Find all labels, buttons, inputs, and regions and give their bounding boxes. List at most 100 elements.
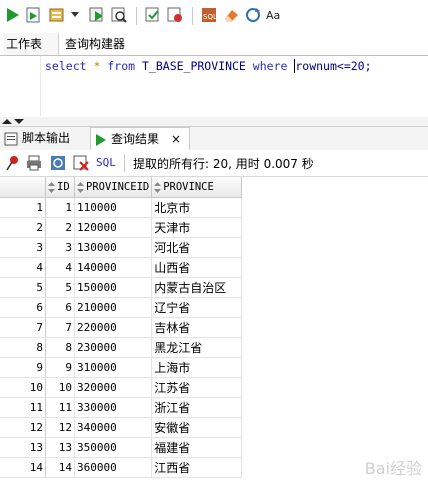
format-text-icon[interactable]: Aa xyxy=(266,6,284,24)
delete-query-icon[interactable] xyxy=(73,155,89,171)
id-cell[interactable]: 3 xyxy=(45,237,75,258)
province-cell[interactable]: 山西省 xyxy=(151,257,243,278)
id-cell[interactable]: 1 xyxy=(45,197,75,218)
table-row[interactable]: 2 2 120000 天津市 xyxy=(0,217,243,238)
table-row[interactable]: 9 9 310000 上海市 xyxy=(0,357,243,378)
table-row[interactable]: 4 4 140000 山西省 xyxy=(0,257,243,278)
keyword-from: from xyxy=(107,59,136,73)
sql-code-line[interactable]: select * from T_BASE_PROVINCE where rown… xyxy=(45,59,372,73)
id-cell[interactable]: 13 xyxy=(45,437,75,458)
provinceid-cell[interactable]: 140000 xyxy=(74,257,153,278)
table-row[interactable]: 8 8 230000 黑龙江省 xyxy=(0,337,243,358)
refresh-icon[interactable] xyxy=(50,155,66,171)
autotrace-icon[interactable] xyxy=(88,6,106,24)
province-cell[interactable]: 辽宁省 xyxy=(151,297,243,318)
row-number-cell: 6 xyxy=(0,297,46,318)
fetch-status-text: 提取的所有行: 20, 用时 0.007 秒 xyxy=(133,157,314,171)
table-row[interactable]: 6 6 210000 辽宁省 xyxy=(0,297,243,318)
provinceid-cell[interactable]: 330000 xyxy=(74,397,153,418)
collapse-arrows-icon[interactable] xyxy=(2,118,24,125)
table-row[interactable]: 3 3 130000 河北省 xyxy=(0,237,243,258)
provinceid-cell[interactable]: 320000 xyxy=(74,377,153,398)
wildcard-star: * xyxy=(93,59,101,73)
history-refresh-icon[interactable] xyxy=(244,6,262,24)
print-icon[interactable] xyxy=(26,155,42,171)
id-cell[interactable]: 4 xyxy=(45,257,75,278)
tab-worksheet[interactable]: 工作表 xyxy=(4,33,59,55)
id-cell[interactable]: 9 xyxy=(45,357,75,378)
sql-history-icon[interactable]: SQL xyxy=(200,6,218,24)
pane-splitter[interactable] xyxy=(0,117,428,127)
keyword-where: where xyxy=(252,59,288,73)
province-cell[interactable]: 北京市 xyxy=(151,197,243,218)
sql-button[interactable]: SQL xyxy=(96,156,116,169)
table-row[interactable]: 7 7 220000 吉林省 xyxy=(0,317,243,338)
table-row[interactable]: 11 11 330000 浙江省 xyxy=(0,397,243,418)
id-cell[interactable]: 7 xyxy=(45,317,75,338)
id-cell[interactable]: 10 xyxy=(45,377,75,398)
row-number-cell: 11 xyxy=(0,397,46,418)
id-cell[interactable]: 8 xyxy=(45,337,75,358)
table-row[interactable]: 12 12 340000 安徽省 xyxy=(0,417,243,438)
table-row[interactable]: 13 13 350000 福建省 xyxy=(0,437,243,458)
provinceid-cell[interactable]: 110000 xyxy=(74,197,153,218)
tab-script-output[interactable]: 脚本输出 xyxy=(4,127,88,150)
provinceid-cell[interactable]: 230000 xyxy=(74,337,153,358)
clear-eraser-icon[interactable] xyxy=(222,6,240,24)
table-row[interactable]: 14 14 360000 江西省 xyxy=(0,457,243,478)
tab-query-result[interactable]: 查询结果 × xyxy=(90,127,190,151)
rollback-icon[interactable] xyxy=(166,6,184,24)
result-grid: ID PROVINCEID PROVINCE 1 1 110000 北京市 2 2 1200… xyxy=(0,177,428,483)
provinceid-cell[interactable]: 220000 xyxy=(74,317,153,338)
close-tab-icon[interactable]: × xyxy=(171,128,181,151)
province-cell[interactable]: 安徽省 xyxy=(151,417,243,438)
toolbar-separator xyxy=(124,154,125,172)
column-header-provinceid[interactable]: PROVINCEID xyxy=(73,177,153,198)
province-cell[interactable]: 吉林省 xyxy=(151,317,243,338)
provinceid-cell[interactable]: 120000 xyxy=(74,217,153,238)
explain-plan-icon[interactable] xyxy=(48,6,66,24)
provinceid-cell[interactable]: 210000 xyxy=(74,297,153,318)
tab-query-builder[interactable]: 查询构建器 xyxy=(65,33,125,55)
sql-tuning-icon[interactable] xyxy=(110,6,128,24)
provinceid-cell[interactable]: 340000 xyxy=(74,417,153,438)
run-statement-icon[interactable] xyxy=(3,6,21,24)
row-number-cell: 9 xyxy=(0,357,46,378)
id-cell[interactable]: 12 xyxy=(45,417,75,438)
provinceid-cell[interactable]: 310000 xyxy=(74,357,153,378)
output-tabs: 脚本输出 查询结果 × xyxy=(0,127,428,151)
table-row[interactable]: 5 5 150000 内蒙古自治区 xyxy=(0,277,243,298)
province-cell[interactable]: 黑龙江省 xyxy=(151,337,243,358)
pin-icon[interactable] xyxy=(6,155,20,171)
table-row[interactable]: 10 10 320000 江苏省 xyxy=(0,377,243,398)
province-cell[interactable]: 福建省 xyxy=(151,437,243,458)
provinceid-cell[interactable]: 150000 xyxy=(74,277,153,298)
table-row[interactable]: 1 1 110000 北京市 xyxy=(0,197,243,218)
column-header-province[interactable]: PROVINCE xyxy=(151,177,243,198)
id-cell[interactable]: 5 xyxy=(45,277,75,298)
province-cell[interactable]: 江西省 xyxy=(151,457,243,478)
province-cell[interactable]: 浙江省 xyxy=(151,397,243,418)
province-cell[interactable]: 江苏省 xyxy=(151,377,243,398)
provinceid-cell[interactable]: 350000 xyxy=(74,437,153,458)
watermark-logo: Bai经验 xyxy=(364,459,422,478)
main-toolbar: SQL Aa xyxy=(0,0,428,34)
run-script-icon[interactable] xyxy=(24,6,42,24)
province-cell[interactable]: 天津市 xyxy=(151,217,243,238)
id-cell[interactable]: 2 xyxy=(45,217,75,238)
dropdown-arrow-icon[interactable] xyxy=(70,6,80,24)
id-cell[interactable]: 11 xyxy=(45,397,75,418)
province-cell[interactable]: 内蒙古自治区 xyxy=(151,277,243,298)
provinceid-cell[interactable]: 130000 xyxy=(74,237,153,258)
id-cell[interactable]: 6 xyxy=(45,297,75,318)
row-number-cell: 12 xyxy=(0,417,46,438)
province-cell[interactable]: 河北省 xyxy=(151,237,243,258)
tab-worksheet-label: 工作表 xyxy=(6,37,43,51)
commit-icon[interactable] xyxy=(144,6,162,24)
id-cell[interactable]: 14 xyxy=(45,457,75,478)
provinceid-cell[interactable]: 360000 xyxy=(74,457,153,478)
row-number-cell: 14 xyxy=(0,457,46,478)
province-cell[interactable]: 上海市 xyxy=(151,357,243,378)
column-header-id[interactable]: ID xyxy=(45,177,75,198)
result-table: ID PROVINCEID PROVINCE 1 1 110000 北京市 2 2 1200… xyxy=(0,177,243,478)
